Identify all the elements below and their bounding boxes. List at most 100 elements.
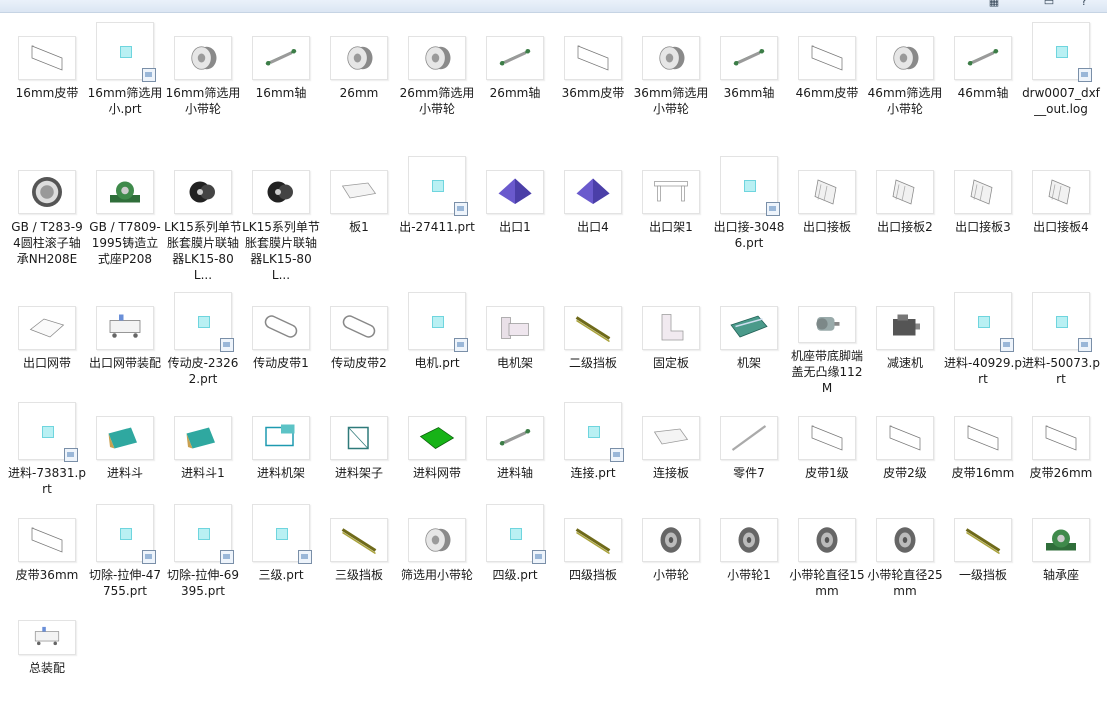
shaft-icon: [720, 36, 778, 80]
file-item[interactable]: 进料-40929.prt: [944, 292, 1022, 396]
file-item[interactable]: 出口4: [554, 156, 632, 286]
prt-file-icon: [96, 504, 156, 564]
file-item[interactable]: 出口架1: [632, 156, 710, 286]
file-item[interactable]: 进料斗: [86, 402, 164, 498]
file-item[interactable]: 出口接-30486.prt: [710, 156, 788, 286]
file-item[interactable]: GB / T7809-1995铸造立式座P208: [86, 156, 164, 286]
file-item[interactable]: 四级.prt: [476, 504, 554, 600]
part-cube-icon: [432, 316, 444, 328]
file-item[interactable]: 连接板: [632, 402, 710, 498]
file-item[interactable]: drw0007_dxf__out.log: [1022, 22, 1100, 150]
file-item[interactable]: 轴承座: [1022, 504, 1100, 600]
file-item[interactable]: 小带轮直径15mm: [788, 504, 866, 600]
file-item[interactable]: 电机.prt: [398, 292, 476, 396]
file-item[interactable]: 传动皮带2: [320, 292, 398, 396]
file-item[interactable]: 机座带底脚端盖无凸缘112M: [788, 292, 866, 396]
file-item[interactable]: 46mm轴: [944, 22, 1022, 150]
file-item[interactable]: LK15系列单节胀套膜片联轴器LK15-80L...: [164, 156, 242, 286]
file-item[interactable]: 出口接板2: [866, 156, 944, 286]
file-name: 四级挡板: [568, 568, 617, 582]
wheel-icon: [720, 518, 778, 562]
file-item[interactable]: 传动皮带1: [242, 292, 320, 396]
shortcut-badge-icon: [1000, 338, 1014, 352]
file-item[interactable]: 出口网带: [8, 292, 86, 396]
file-name: 传动皮-23262.prt: [167, 356, 239, 386]
file-item[interactable]: 连接.prt: [554, 402, 632, 498]
file-item[interactable]: 进料-50073.prt: [1022, 292, 1100, 396]
file-item[interactable]: 46mm皮带: [788, 22, 866, 150]
file-name: 传动皮带1: [253, 356, 309, 370]
file-item[interactable]: 三级挡板: [320, 504, 398, 600]
part-cube-icon: [120, 46, 132, 58]
file-item[interactable]: 26mm: [320, 22, 398, 150]
file-name: 连接.prt: [570, 466, 616, 480]
file-item[interactable]: 皮带36mm: [8, 504, 86, 600]
file-item[interactable]: 总装配: [8, 606, 86, 676]
view-options-icon[interactable]: ▦: [988, 0, 1000, 8]
file-item[interactable]: 46mm筛选用小带轮: [866, 22, 944, 150]
file-item[interactable]: 皮带2级: [866, 402, 944, 498]
file-item[interactable]: 进料轴: [476, 402, 554, 498]
file-name: 46mm筛选用小带轮: [867, 86, 943, 116]
belt-icon: [876, 416, 934, 460]
file-item[interactable]: 16mm筛选用小.prt: [86, 22, 164, 150]
file-item[interactable]: 小带轮1: [710, 504, 788, 600]
belt-icon: [18, 36, 76, 80]
file-item[interactable]: 固定板: [632, 292, 710, 396]
shaft-icon: [252, 36, 310, 80]
file-item[interactable]: 减速机: [866, 292, 944, 396]
file-item[interactable]: 26mm轴: [476, 22, 554, 150]
prt-file-icon: [174, 504, 234, 564]
file-item[interactable]: 切除-拉伸-47755.prt: [86, 504, 164, 600]
file-item[interactable]: 四级挡板: [554, 504, 632, 600]
file-item[interactable]: 一级挡板: [944, 504, 1022, 600]
wheel-icon: [876, 518, 934, 562]
file-item[interactable]: 机架: [710, 292, 788, 396]
file-item[interactable]: 皮带1级: [788, 402, 866, 498]
file-item[interactable]: GB / T283-94圆柱滚子轴承NH208E: [8, 156, 86, 286]
file-item[interactable]: 皮带16mm: [944, 402, 1022, 498]
file-item[interactable]: 16mm皮带: [8, 22, 86, 150]
file-item[interactable]: 进料网带: [398, 402, 476, 498]
file-item[interactable]: 二级挡板: [554, 292, 632, 396]
file-item[interactable]: 16mm轴: [242, 22, 320, 150]
file-item[interactable]: 进料架子: [320, 402, 398, 498]
file-item[interactable]: 传动皮-23262.prt: [164, 292, 242, 396]
part-cube-icon: [42, 426, 54, 438]
file-item[interactable]: 出-27411.prt: [398, 156, 476, 286]
file-item[interactable]: LK15系列单节胀套膜片联轴器LK15-80L...: [242, 156, 320, 286]
preview-pane-icon[interactable]: ▭: [1043, 0, 1055, 8]
baffle-icon: [330, 518, 388, 562]
file-item[interactable]: 零件7: [710, 402, 788, 498]
file-item[interactable]: 进料-73831.prt: [8, 402, 86, 498]
help-icon[interactable]: ?: [1078, 0, 1090, 8]
file-item[interactable]: 出口接板: [788, 156, 866, 286]
file-item[interactable]: 切除-拉伸-69395.prt: [164, 504, 242, 600]
file-item[interactable]: 出口接板3: [944, 156, 1022, 286]
file-item[interactable]: 板1: [320, 156, 398, 286]
file-item[interactable]: 出口网带装配: [86, 292, 164, 396]
file-item[interactable]: 进料机架: [242, 402, 320, 498]
file-item[interactable]: 小带轮直径25mm: [866, 504, 944, 600]
file-item[interactable]: 36mm轴: [710, 22, 788, 150]
file-item[interactable]: 16mm筛选用小带轮: [164, 22, 242, 150]
file-item[interactable]: 36mm筛选用小带轮: [632, 22, 710, 150]
file-item[interactable]: 出口接板4: [1022, 156, 1100, 286]
pulley-icon: [642, 36, 700, 80]
file-item[interactable]: 小带轮: [632, 504, 710, 600]
file-item[interactable]: 三级.prt: [242, 504, 320, 600]
file-item[interactable]: 电机架: [476, 292, 554, 396]
file-item[interactable]: 26mm筛选用小带轮: [398, 22, 476, 150]
shortcut-badge-icon: [64, 448, 78, 462]
file-item[interactable]: 36mm皮带: [554, 22, 632, 150]
file-name: 36mm筛选用小带轮: [633, 86, 709, 116]
file-name: 电机.prt: [414, 356, 460, 370]
file-item[interactable]: 进料斗1: [164, 402, 242, 498]
file-item[interactable]: 出口1: [476, 156, 554, 286]
file-item[interactable]: 筛选用小带轮: [398, 504, 476, 600]
shaft-icon: [486, 416, 544, 460]
rod-icon: [720, 416, 778, 460]
prt-file-icon: [174, 292, 234, 352]
file-item[interactable]: 皮带26mm: [1022, 402, 1100, 498]
part-cube-icon: [120, 528, 132, 540]
